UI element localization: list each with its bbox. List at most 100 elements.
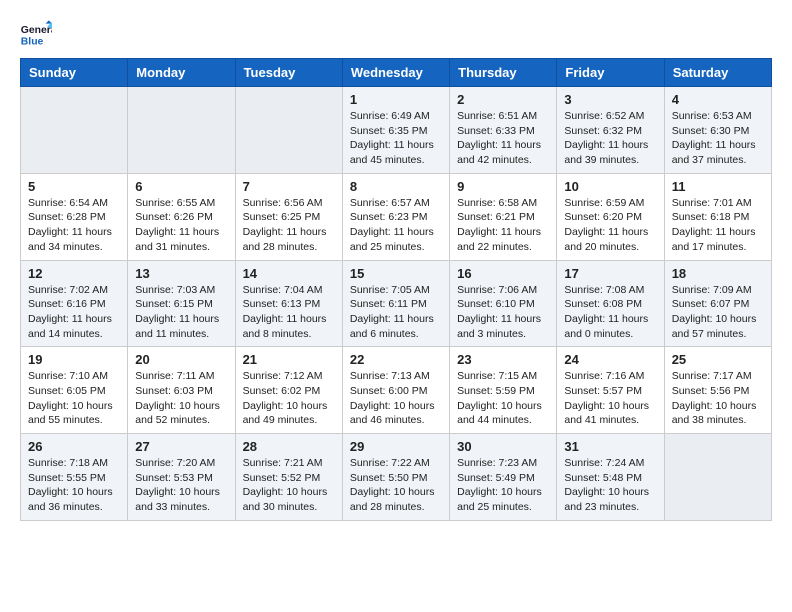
day-number: 2 bbox=[457, 92, 549, 107]
calendar-cell: 2 Sunrise: 6:51 AMSunset: 6:33 PMDaylight… bbox=[450, 87, 557, 174]
day-number: 27 bbox=[135, 439, 227, 454]
day-number: 8 bbox=[350, 179, 442, 194]
header: General Blue bbox=[20, 20, 772, 48]
calendar-cell: 13 Sunrise: 7:03 AMSunset: 6:15 PMDayligh… bbox=[128, 260, 235, 347]
weekday-header-saturday: Saturday bbox=[664, 59, 771, 87]
day-number: 13 bbox=[135, 266, 227, 281]
day-number: 29 bbox=[350, 439, 442, 454]
day-info: Sunrise: 7:16 AMSunset: 5:57 PMDaylight:… bbox=[564, 369, 656, 428]
day-number: 12 bbox=[28, 266, 120, 281]
day-number: 18 bbox=[672, 266, 764, 281]
calendar-cell: 20 Sunrise: 7:11 AMSunset: 6:03 PMDayligh… bbox=[128, 347, 235, 434]
day-info: Sunrise: 7:21 AMSunset: 5:52 PMDaylight:… bbox=[243, 456, 335, 515]
weekday-header-row: SundayMondayTuesdayWednesdayThursdayFrid… bbox=[21, 59, 772, 87]
calendar-cell: 29 Sunrise: 7:22 AMSunset: 5:50 PMDayligh… bbox=[342, 434, 449, 521]
svg-text:General: General bbox=[21, 25, 52, 36]
weekday-header-friday: Friday bbox=[557, 59, 664, 87]
calendar-cell bbox=[664, 434, 771, 521]
calendar-cell: 24Sunrise: 7:16 AMSunset: 5:57 PMDayligh… bbox=[557, 347, 664, 434]
day-info: Sunrise: 7:18 AMSunset: 5:55 PMDaylight:… bbox=[28, 456, 120, 515]
day-number: 30 bbox=[457, 439, 549, 454]
calendar-cell: 25Sunrise: 7:17 AMSunset: 5:56 PMDayligh… bbox=[664, 347, 771, 434]
calendar-cell: 8 Sunrise: 6:57 AMSunset: 6:23 PMDaylight… bbox=[342, 173, 449, 260]
day-info: Sunrise: 6:57 AMSunset: 6:23 PMDaylight:… bbox=[350, 196, 442, 255]
calendar-cell: 26 Sunrise: 7:18 AMSunset: 5:55 PMDayligh… bbox=[21, 434, 128, 521]
calendar-cell: 7Sunrise: 6:56 AMSunset: 6:25 PMDaylight… bbox=[235, 173, 342, 260]
day-info: Sunrise: 6:53 AMSunset: 6:30 PMDaylight:… bbox=[672, 109, 764, 168]
day-info: Sunrise: 6:59 AMSunset: 6:20 PMDaylight:… bbox=[564, 196, 656, 255]
calendar-cell bbox=[235, 87, 342, 174]
day-number: 14 bbox=[243, 266, 335, 281]
day-number: 17 bbox=[564, 266, 656, 281]
day-info: Sunrise: 6:54 AMSunset: 6:28 PMDaylight:… bbox=[28, 196, 120, 255]
calendar-table: SundayMondayTuesdayWednesdayThursdayFrid… bbox=[20, 58, 772, 521]
calendar-cell: 9 Sunrise: 6:58 AMSunset: 6:21 PMDaylight… bbox=[450, 173, 557, 260]
weekday-header-monday: Monday bbox=[128, 59, 235, 87]
day-number: 19 bbox=[28, 352, 120, 367]
day-info: Sunrise: 7:11 AMSunset: 6:03 PMDaylight:… bbox=[135, 369, 227, 428]
calendar-cell: 31 Sunrise: 7:24 AMSunset: 5:48 PMDayligh… bbox=[557, 434, 664, 521]
day-number: 15 bbox=[350, 266, 442, 281]
day-info: Sunrise: 6:52 AMSunset: 6:32 PMDaylight:… bbox=[564, 109, 656, 168]
calendar-week-row: 5 Sunrise: 6:54 AMSunset: 6:28 PMDaylight… bbox=[21, 173, 772, 260]
day-info: Sunrise: 7:03 AMSunset: 6:15 PMDaylight:… bbox=[135, 283, 227, 342]
day-number: 5 bbox=[28, 179, 120, 194]
day-info: Sunrise: 7:05 AMSunset: 6:11 PMDaylight:… bbox=[350, 283, 442, 342]
day-info: Sunrise: 6:58 AMSunset: 6:21 PMDaylight:… bbox=[457, 196, 549, 255]
day-number: 25 bbox=[672, 352, 764, 367]
calendar-cell: 4 Sunrise: 6:53 AMSunset: 6:30 PMDaylight… bbox=[664, 87, 771, 174]
calendar-cell bbox=[128, 87, 235, 174]
logo-icon: General Blue bbox=[20, 20, 52, 48]
calendar-cell: 30Sunrise: 7:23 AMSunset: 5:49 PMDayligh… bbox=[450, 434, 557, 521]
calendar-cell: 5 Sunrise: 6:54 AMSunset: 6:28 PMDaylight… bbox=[21, 173, 128, 260]
day-number: 16 bbox=[457, 266, 549, 281]
day-number: 28 bbox=[243, 439, 335, 454]
calendar-cell: 16 Sunrise: 7:06 AMSunset: 6:10 PMDayligh… bbox=[450, 260, 557, 347]
calendar-cell: 17 Sunrise: 7:08 AMSunset: 6:08 PMDayligh… bbox=[557, 260, 664, 347]
calendar-week-row: 19 Sunrise: 7:10 AMSunset: 6:05 PMDayligh… bbox=[21, 347, 772, 434]
day-info: Sunrise: 7:10 AMSunset: 6:05 PMDaylight:… bbox=[28, 369, 120, 428]
day-number: 31 bbox=[564, 439, 656, 454]
day-number: 3 bbox=[564, 92, 656, 107]
day-info: Sunrise: 7:02 AMSunset: 6:16 PMDaylight:… bbox=[28, 283, 120, 342]
day-info: Sunrise: 7:22 AMSunset: 5:50 PMDaylight:… bbox=[350, 456, 442, 515]
calendar-cell: 12 Sunrise: 7:02 AMSunset: 6:16 PMDayligh… bbox=[21, 260, 128, 347]
day-number: 20 bbox=[135, 352, 227, 367]
day-number: 9 bbox=[457, 179, 549, 194]
svg-text:Blue: Blue bbox=[21, 36, 44, 47]
calendar-cell: 10 Sunrise: 6:59 AMSunset: 6:20 PMDayligh… bbox=[557, 173, 664, 260]
calendar-cell: 15 Sunrise: 7:05 AMSunset: 6:11 PMDayligh… bbox=[342, 260, 449, 347]
calendar-cell: 6Sunrise: 6:55 AMSunset: 6:26 PMDaylight… bbox=[128, 173, 235, 260]
day-info: Sunrise: 7:15 AMSunset: 5:59 PMDaylight:… bbox=[457, 369, 549, 428]
day-info: Sunrise: 7:13 AMSunset: 6:00 PMDaylight:… bbox=[350, 369, 442, 428]
calendar-week-row: 26 Sunrise: 7:18 AMSunset: 5:55 PMDayligh… bbox=[21, 434, 772, 521]
day-number: 6 bbox=[135, 179, 227, 194]
calendar-cell: 3 Sunrise: 6:52 AMSunset: 6:32 PMDaylight… bbox=[557, 87, 664, 174]
day-info: Sunrise: 7:01 AMSunset: 6:18 PMDaylight:… bbox=[672, 196, 764, 255]
day-number: 10 bbox=[564, 179, 656, 194]
calendar-cell: 11 Sunrise: 7:01 AMSunset: 6:18 PMDayligh… bbox=[664, 173, 771, 260]
logo: General Blue bbox=[20, 20, 52, 48]
day-number: 23 bbox=[457, 352, 549, 367]
weekday-header-tuesday: Tuesday bbox=[235, 59, 342, 87]
weekday-header-wednesday: Wednesday bbox=[342, 59, 449, 87]
calendar-cell: 23 Sunrise: 7:15 AMSunset: 5:59 PMDayligh… bbox=[450, 347, 557, 434]
day-number: 7 bbox=[243, 179, 335, 194]
calendar-cell: 19 Sunrise: 7:10 AMSunset: 6:05 PMDayligh… bbox=[21, 347, 128, 434]
day-number: 11 bbox=[672, 179, 764, 194]
calendar-week-row: 12 Sunrise: 7:02 AMSunset: 6:16 PMDayligh… bbox=[21, 260, 772, 347]
day-info: Sunrise: 6:49 AMSunset: 6:35 PMDaylight:… bbox=[350, 109, 442, 168]
calendar-cell: 14Sunrise: 7:04 AMSunset: 6:13 PMDayligh… bbox=[235, 260, 342, 347]
day-info: Sunrise: 6:51 AMSunset: 6:33 PMDaylight:… bbox=[457, 109, 549, 168]
day-number: 21 bbox=[243, 352, 335, 367]
weekday-header-thursday: Thursday bbox=[450, 59, 557, 87]
day-number: 26 bbox=[28, 439, 120, 454]
day-number: 22 bbox=[350, 352, 442, 367]
day-number: 4 bbox=[672, 92, 764, 107]
day-info: Sunrise: 7:24 AMSunset: 5:48 PMDaylight:… bbox=[564, 456, 656, 515]
calendar-cell: 28 Sunrise: 7:21 AMSunset: 5:52 PMDayligh… bbox=[235, 434, 342, 521]
calendar-week-row: 1Sunrise: 6:49 AMSunset: 6:35 PMDaylight… bbox=[21, 87, 772, 174]
calendar-cell: 21Sunrise: 7:12 AMSunset: 6:02 PMDayligh… bbox=[235, 347, 342, 434]
day-info: Sunrise: 7:06 AMSunset: 6:10 PMDaylight:… bbox=[457, 283, 549, 342]
day-info: Sunrise: 7:08 AMSunset: 6:08 PMDaylight:… bbox=[564, 283, 656, 342]
